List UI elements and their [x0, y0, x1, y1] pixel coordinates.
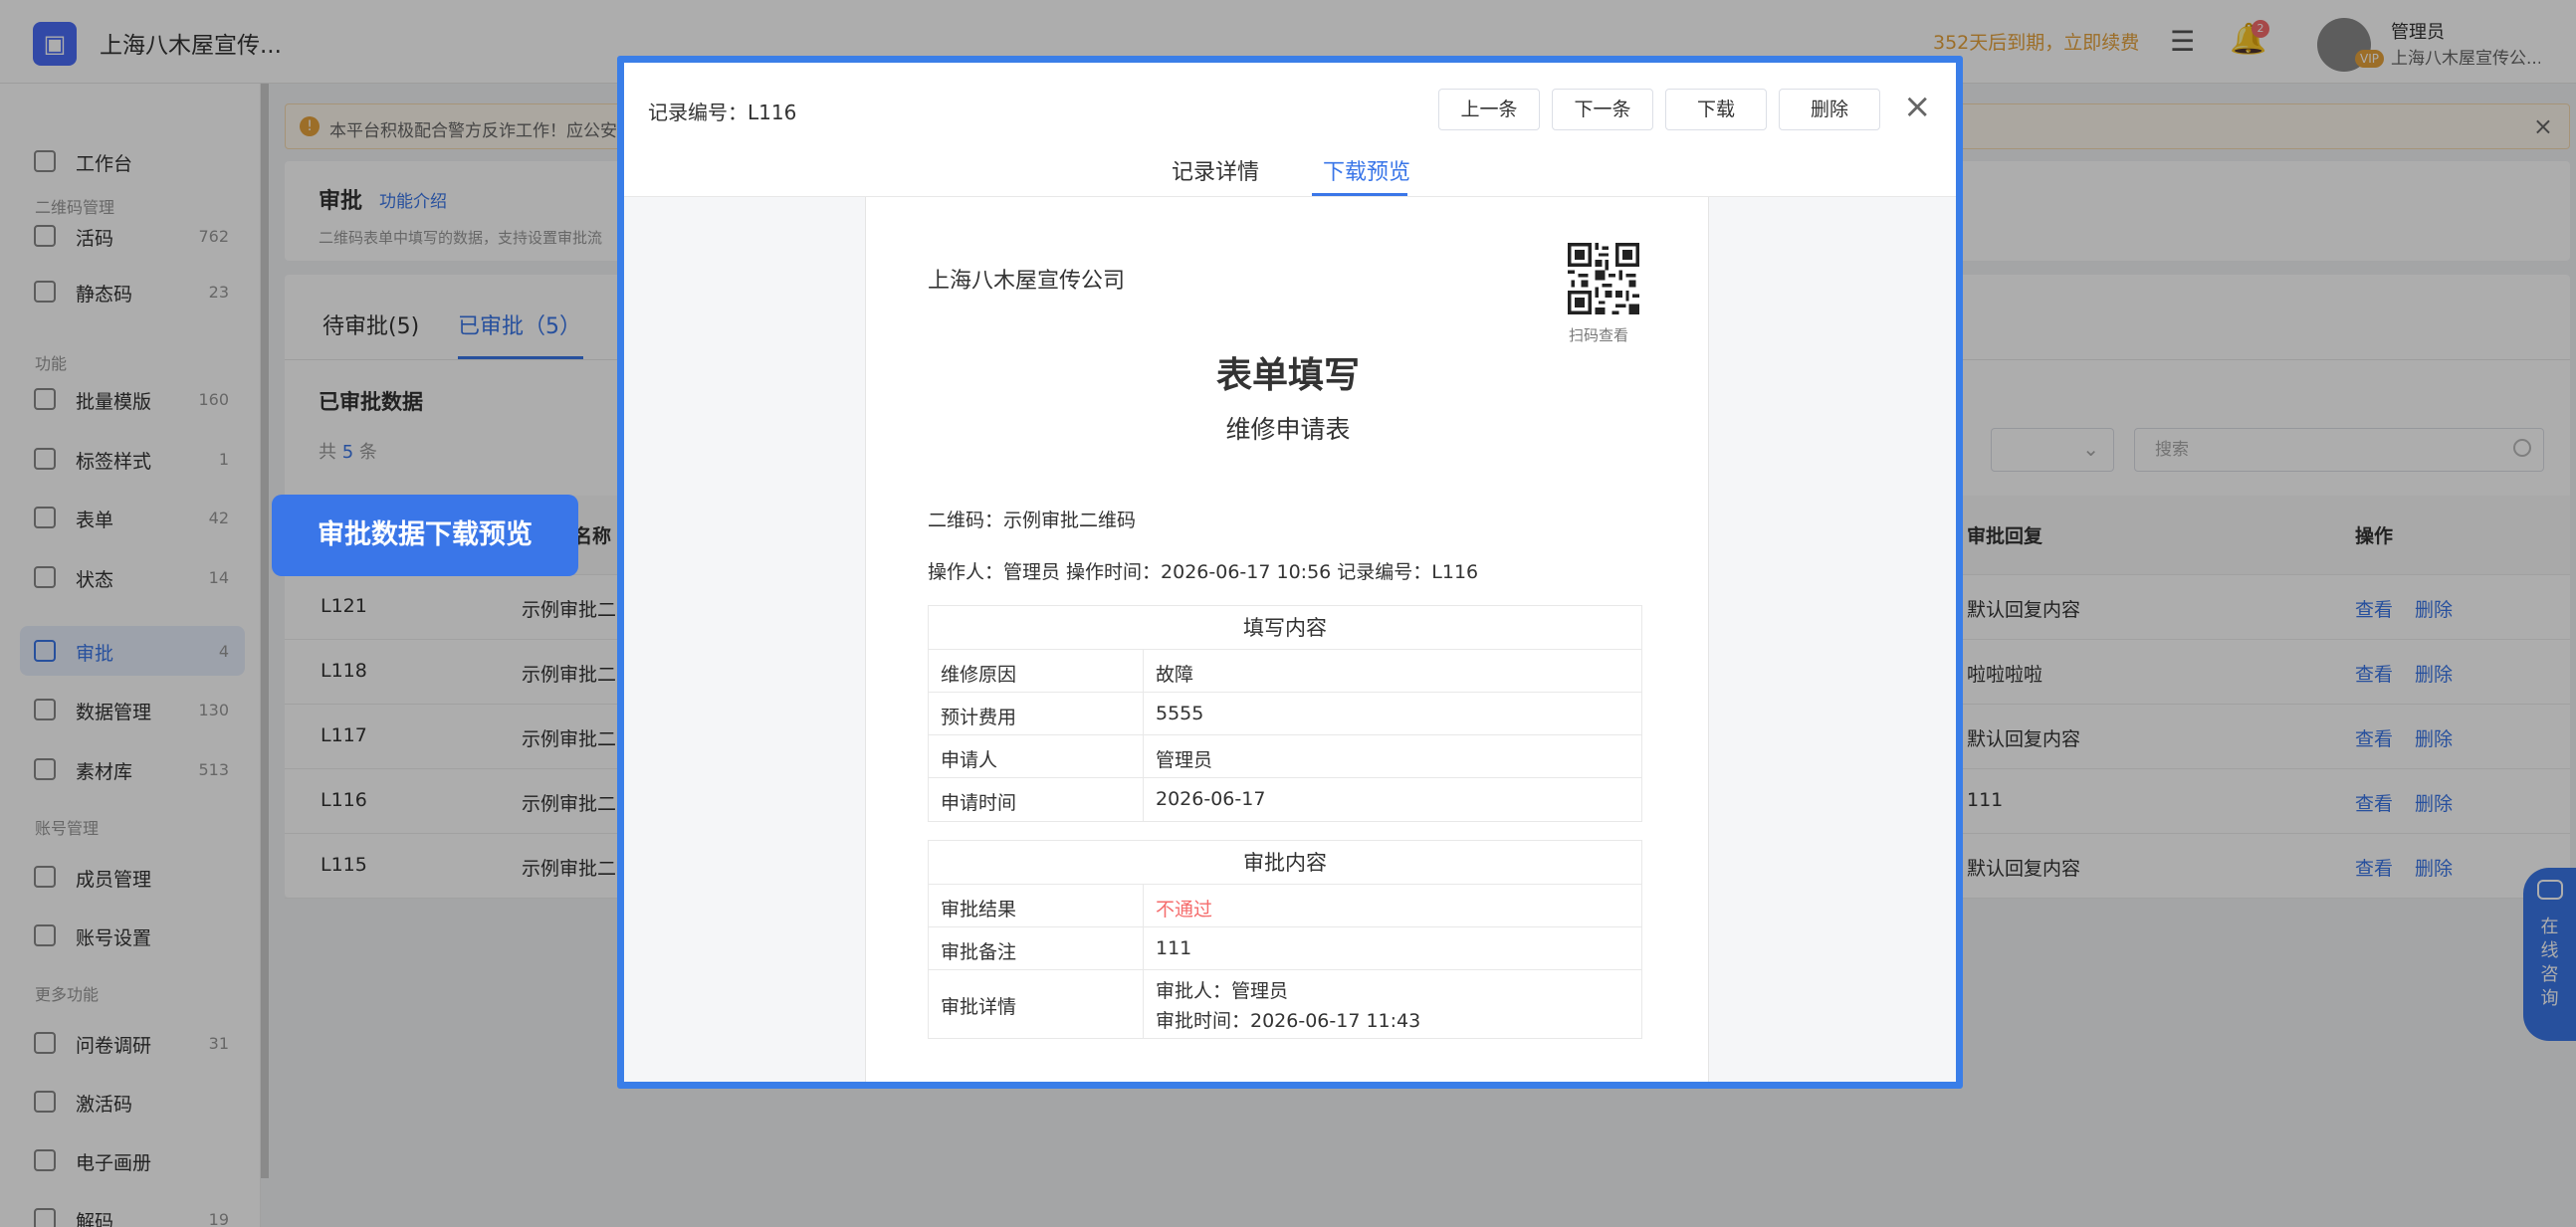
document-preview[interactable]: 上海八木屋宣传公司 扫码查看 表单填写 维修申请表 二维码：示例审批二维码 操作…	[865, 197, 1709, 1082]
qr-caption: 扫码查看	[1569, 326, 1629, 344]
download-button[interactable]: 下载	[1665, 89, 1767, 130]
form-title: 表单填写	[1215, 355, 1360, 396]
field-key: 申请人	[941, 749, 998, 771]
close-icon[interactable]: ×	[1903, 89, 1932, 124]
field-value: 111	[1156, 937, 1192, 959]
field-value: 审批时间：2026-06-17 11:43	[1156, 1010, 1421, 1032]
field-value: 5555	[1156, 703, 1204, 724]
table-row: 维修原因 故障	[929, 650, 1641, 693]
company-name: 上海八木屋宣传公司	[928, 269, 1126, 294]
table-row: 预计费用 5555	[929, 693, 1641, 735]
table-row: 审批结果 不通过	[929, 885, 1641, 927]
qr-code-icon	[1568, 243, 1639, 314]
field-key: 预计费用	[941, 707, 1017, 728]
prev-button[interactable]: 上一条	[1438, 89, 1540, 130]
field-key: 申请时间	[941, 792, 1017, 814]
fill-content-header: 填写内容	[929, 606, 1641, 650]
field-value: 故障	[1156, 664, 1194, 686]
approval-result-value: 不通过	[1156, 899, 1213, 920]
approval-content-header: 审批内容	[929, 841, 1641, 885]
next-button[interactable]: 下一条	[1552, 89, 1653, 130]
record-modal: 记录编号：L116 上一条 下一条 下载 删除 × 记录详情 下载预览 上海八木…	[617, 56, 1963, 1089]
field-key: 维修原因	[941, 664, 1017, 686]
form-subtitle: 维修申请表	[1225, 415, 1351, 444]
callout-label: 审批数据下载预览	[272, 495, 578, 576]
tab-record-detail[interactable]: 记录详情	[1172, 154, 1259, 186]
table-row: 申请时间 2026-06-17	[929, 778, 1641, 821]
field-key: 审批结果	[941, 899, 1017, 920]
delete-button[interactable]: 删除	[1779, 89, 1880, 130]
fill-content-table: 填写内容 维修原因 故障 预计费用 5555 申请人 管理员 申请时间 2026-06-…	[928, 605, 1642, 822]
operation-meta: 操作人：管理员 操作时间：2026-06-17 10:56 记录编号：L116	[928, 561, 1479, 583]
approval-content-table: 审批内容 审批结果 不通过 审批备注 111 审批详情 审批人：管理员审批时间：202…	[928, 840, 1642, 1039]
field-value: 管理员	[1156, 749, 1213, 771]
table-row: 审批备注 111	[929, 927, 1641, 970]
table-row: 申请人 管理员	[929, 735, 1641, 778]
field-key: 审批详情	[941, 996, 1017, 1018]
table-row: 审批详情 审批人：管理员审批时间：2026-06-17 11:43	[929, 970, 1641, 1038]
field-value: 2026-06-17	[1156, 788, 1266, 810]
record-number: 记录编号：L116	[648, 101, 797, 124]
field-key: 审批备注	[941, 941, 1017, 963]
tab-download-preview[interactable]: 下载预览	[1323, 154, 1410, 186]
qr-name: 二维码：示例审批二维码	[928, 510, 1137, 531]
field-value: 审批人：管理员	[1156, 980, 1289, 1002]
